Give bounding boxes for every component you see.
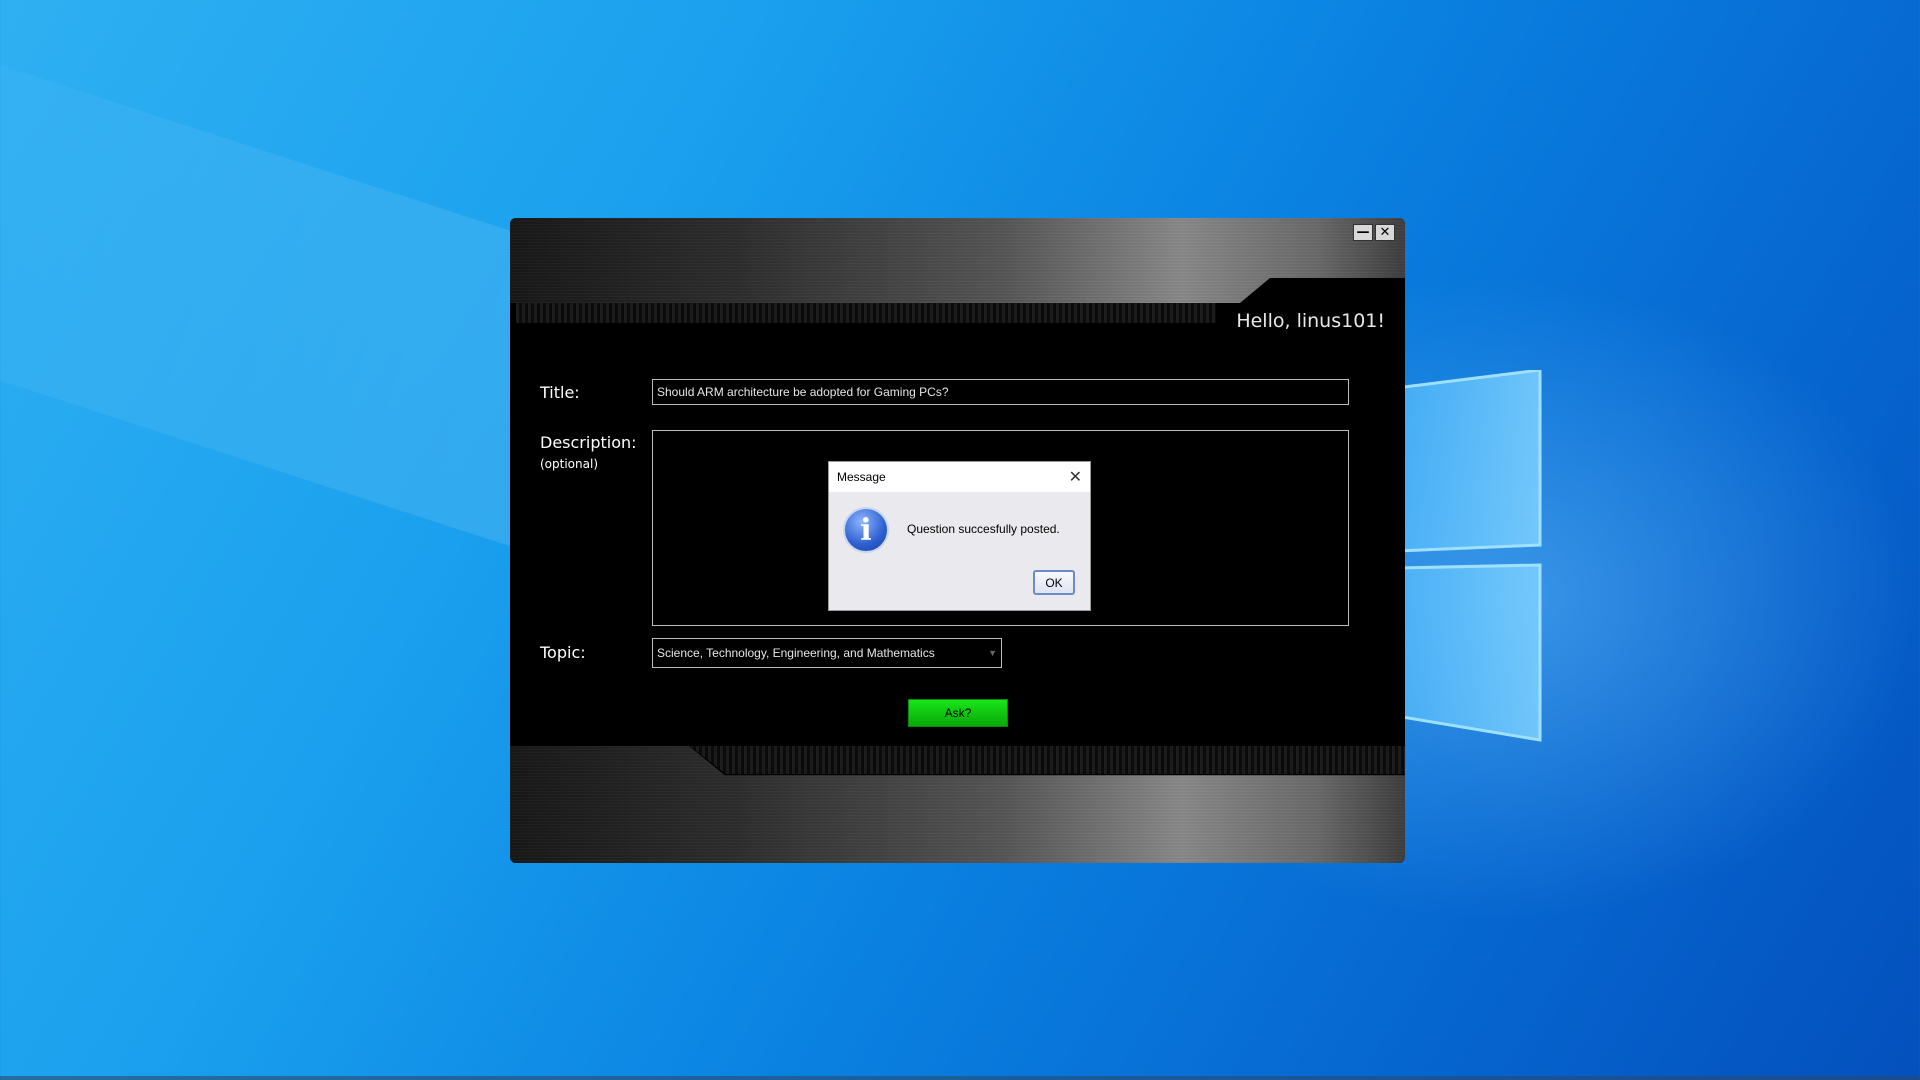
topic-dropdown[interactable]: Science, Technology, Engineering, and Ma… [652, 638, 1002, 668]
user-greeting: Hello, linus101! [1236, 310, 1385, 332]
title-field[interactable]: Should ARM architecture be adopted for G… [652, 379, 1349, 405]
message-dialog: Message ✕ i Question succesfully posted.… [828, 461, 1091, 611]
close-button[interactable]: ✕ [1375, 224, 1395, 241]
taskbar-edge [0, 1076, 1920, 1080]
header-mesh-strip [516, 303, 1216, 323]
dialog-close-button[interactable]: ✕ [1069, 469, 1082, 485]
window-controls: — ✕ [1353, 224, 1395, 241]
ask-button[interactable]: Ask? [908, 699, 1008, 727]
footer-mesh-strip [690, 746, 1405, 774]
dialog-title: Message [837, 470, 886, 484]
minimize-button[interactable]: — [1353, 224, 1373, 241]
title-label: Title: [540, 383, 580, 402]
topic-label: Topic: [540, 643, 586, 662]
window-footer [510, 746, 1405, 863]
chevron-down-icon: ▼ [988, 648, 997, 658]
dialog-message: Question succesfully posted. [907, 522, 1060, 536]
description-label: Description: [540, 433, 637, 452]
topic-selected-value: Science, Technology, Engineering, and Ma… [657, 646, 935, 660]
ok-button[interactable]: OK [1033, 570, 1075, 595]
dialog-titlebar: Message ✕ [829, 462, 1090, 492]
info-icon: i [843, 507, 889, 553]
description-optional-label: (optional) [540, 457, 598, 471]
window-header: — ✕ Hello, linus101! [510, 218, 1405, 332]
